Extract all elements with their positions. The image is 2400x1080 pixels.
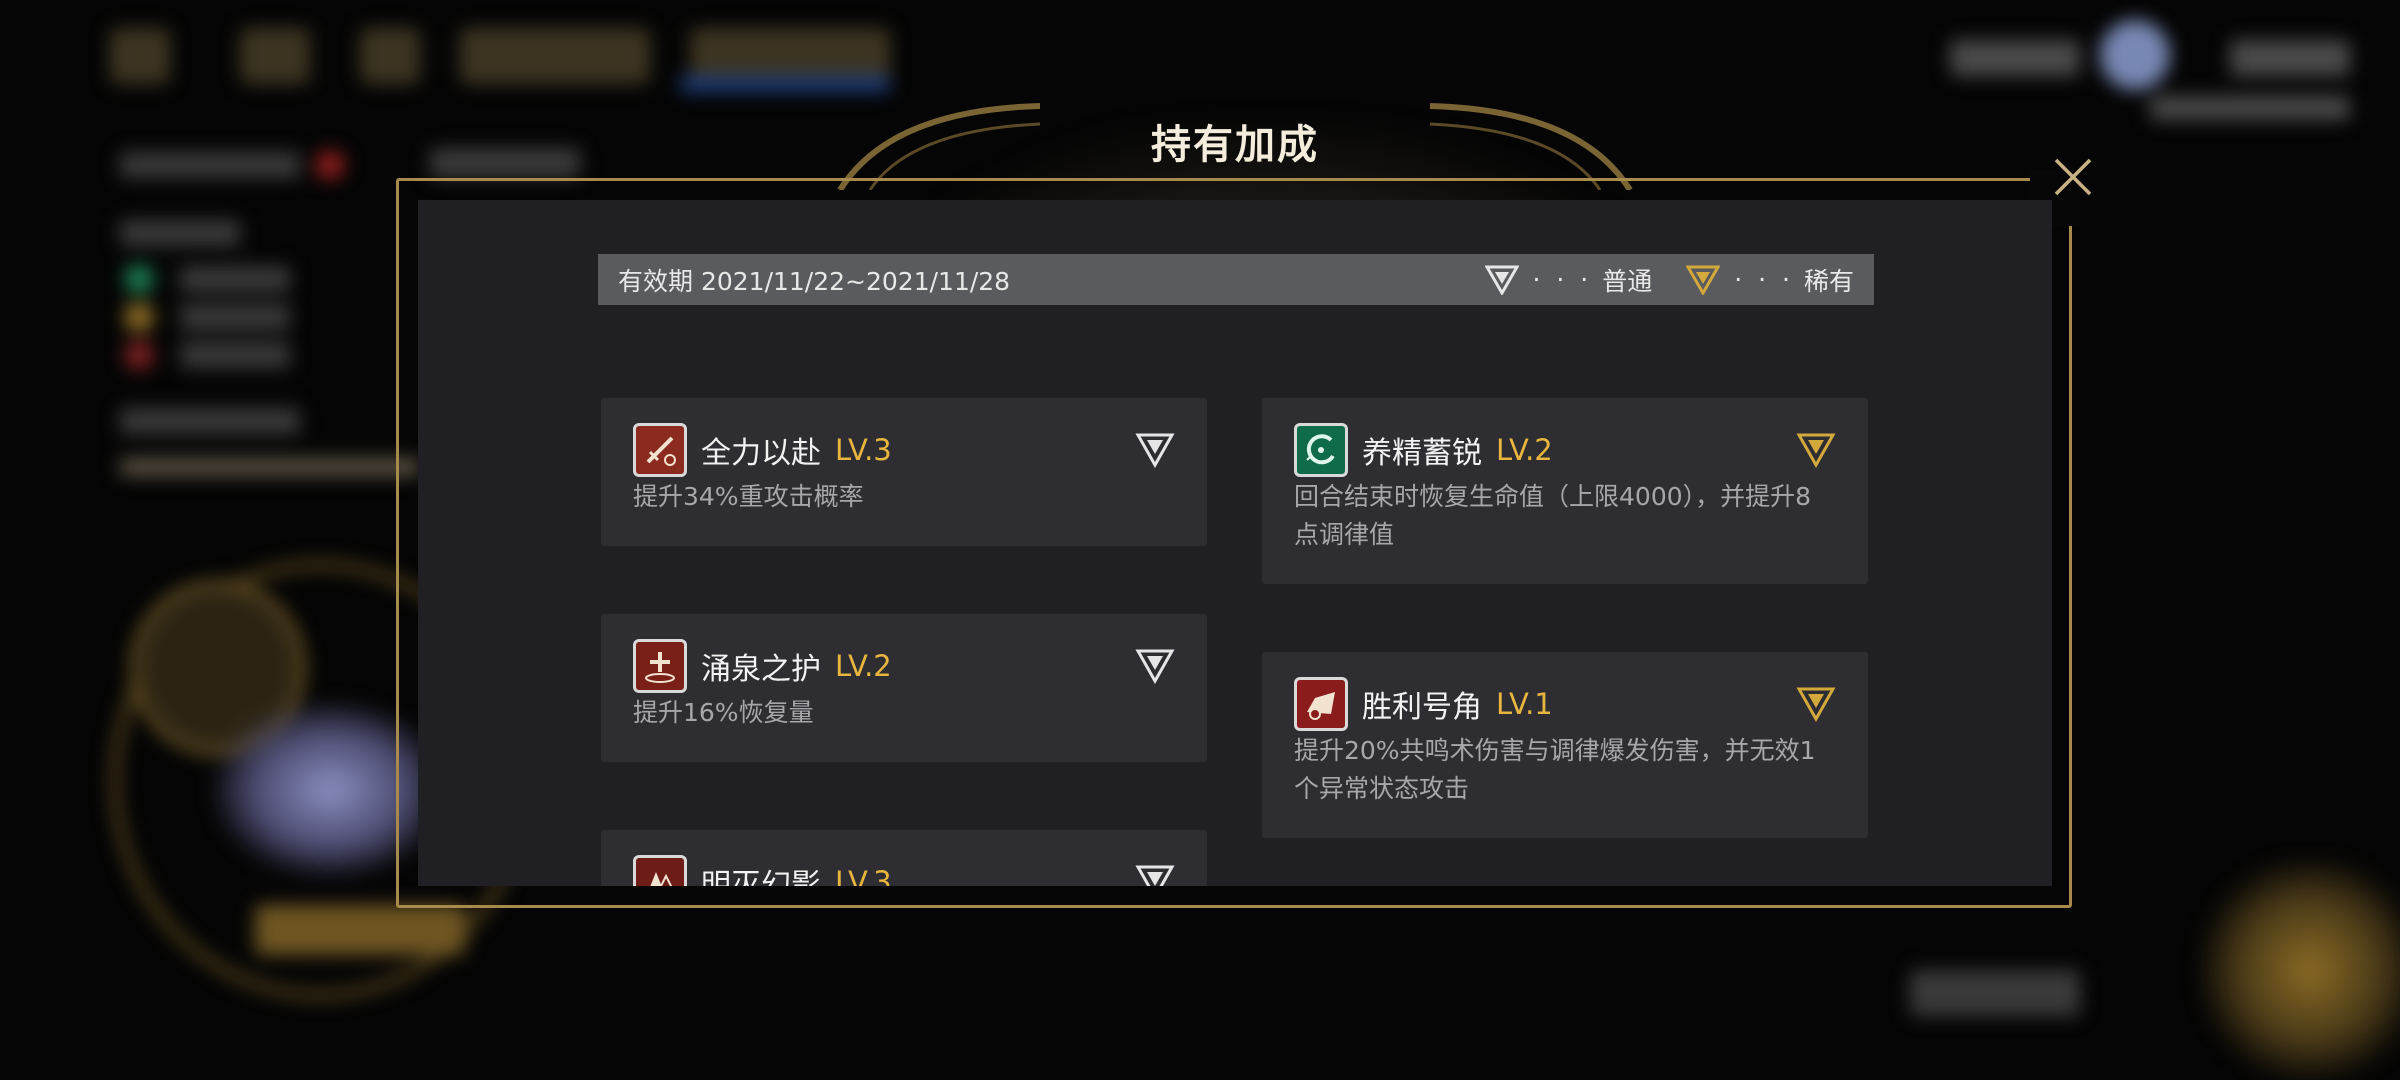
bonus-name: 养精蓄锐	[1362, 436, 1482, 471]
validity-period: 有效期 2021/11/22~2021/11/28	[618, 266, 1011, 296]
modal-title: 持有加成	[1151, 122, 1319, 168]
bonus-level: LV.2	[835, 649, 892, 683]
bonus-card[interactable]: 明灭幻影 LV.3	[601, 830, 1207, 886]
cross-ring-icon	[633, 639, 687, 693]
bonus-desc: 提升20%共鸣术伤害与调律爆发伤害，并无效1个异常状态攻击	[1294, 736, 1816, 803]
bonus-name: 胜利号角	[1362, 690, 1482, 725]
legend-common-label: 普通	[1602, 266, 1653, 296]
bonus-level: LV.1	[1496, 687, 1553, 721]
legend-common: · · · 普通	[1484, 262, 1653, 298]
legend-rare: · · · 稀有	[1686, 262, 1854, 298]
bonus-level: LV.2	[1496, 433, 1553, 467]
bonus-level: LV.3	[835, 433, 892, 467]
common-rank-icon	[1135, 433, 1175, 468]
common-rank-icon	[1135, 865, 1175, 886]
rare-rank-icon	[1796, 433, 1836, 468]
validity-header: 有效期 2021/11/22~2021/11/28 · · · 普通 · · ·…	[598, 254, 1874, 305]
bonus-level: LV.3	[835, 865, 892, 886]
bonus-desc: 回合结束时恢复生命值（上限4000），并提升8点调律值	[1294, 482, 1812, 549]
common-rank-icon	[1484, 265, 1519, 295]
bonus-name: 明灭幻影	[701, 868, 821, 886]
bonus-name: 全力以赴	[701, 436, 821, 471]
bonus-desc: 提升34%重攻击概率	[633, 482, 864, 511]
bonus-name: 涌泉之护	[701, 652, 821, 687]
bonus-card[interactable]: 全力以赴 LV.3 提升34%重攻击概率	[601, 398, 1207, 546]
horn-icon	[1294, 677, 1348, 731]
phantom-icon	[633, 855, 687, 886]
close-icon[interactable]	[2048, 152, 2098, 202]
legend-rare-label: 稀有	[1803, 266, 1854, 296]
rare-rank-icon	[1796, 687, 1836, 722]
bonus-desc: 提升16%恢复量	[633, 698, 814, 727]
bonus-panel[interactable]: 有效期 2021/11/22~2021/11/28 · · · 普通 · · ·…	[418, 200, 2052, 886]
leaf-swirl-icon	[1294, 423, 1348, 477]
bonus-card[interactable]: 胜利号角 LV.1 提升20%共鸣术伤害与调律爆发伤害，并无效1个异常状态攻击	[1262, 652, 1868, 838]
bonus-card[interactable]: 涌泉之护 LV.2 提升16%恢复量	[601, 614, 1207, 762]
common-rank-icon	[1135, 649, 1175, 684]
bonus-card[interactable]: 养精蓄锐 LV.2 回合结束时恢复生命值（上限4000），并提升8点调律值	[1262, 398, 1868, 584]
dagger-icon	[633, 423, 687, 477]
rare-rank-icon	[1686, 265, 1721, 295]
